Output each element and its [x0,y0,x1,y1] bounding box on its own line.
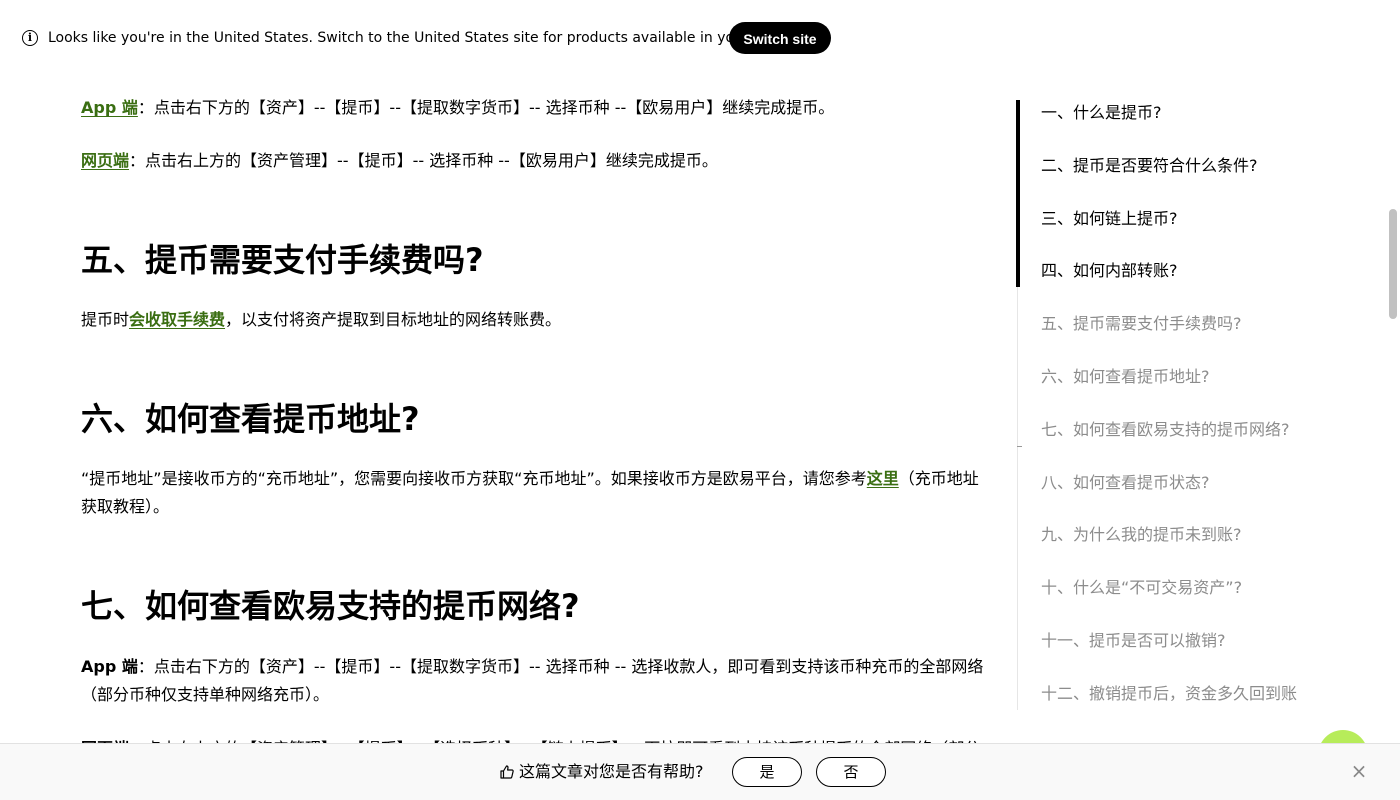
toc-item[interactable]: 十二、撤销提币后，资金多久回到账 [1041,682,1297,706]
toc-item[interactable]: 七、如何查看欧易支持的提币网络? [1041,418,1290,442]
address-link[interactable]: 这里 [867,469,899,488]
feedback-no-button[interactable]: 否 [816,757,886,787]
thumbs-up-icon [500,765,514,779]
fee-prefix: 提币时 [81,310,130,329]
toc-item[interactable]: 四、如何内部转账? [1041,259,1178,283]
toc-item[interactable]: 八、如何查看提币状态? [1041,471,1210,495]
app-link[interactable]: App 端 [81,98,138,117]
feedback-question: 这篇文章对您是否有帮助? [519,762,704,781]
web-link[interactable]: 网页端 [81,151,129,170]
toc-item[interactable]: 十、什么是“不可交易资产”? [1041,576,1242,600]
page-scrollbar[interactable] [1386,76,1400,743]
feedback-bar: 这篇文章对您是否有帮助? 是 否 × [0,743,1400,800]
network-app-paragraph: App 端：点击右下方的【资产】--【提币】--【提取数字货币】-- 选择币种 … [81,653,991,709]
toc-item[interactable]: 九、为什么我的提币未到账? [1041,523,1242,547]
heading-address: 六、如何查看提币地址? [81,400,420,438]
switch-site-button[interactable]: Switch site [729,22,831,54]
toc-divider [1017,446,1022,447]
region-banner: i Looks like you're in the United States… [0,0,1400,76]
network-app-label: App 端 [81,657,138,676]
address-prefix: “提币地址”是接收币方的“充币地址”，您需要向接收币方获取“充币地址”。如果接收… [81,469,867,488]
network-app-text: ：点击右下方的【资产】--【提币】--【提取数字货币】-- 选择币种 -- 选择… [81,657,984,704]
heading-fee: 五、提币需要支付手续费吗? [81,241,484,279]
toc-item[interactable]: 一、什么是提币? [1041,101,1162,125]
scrollbar-thumb[interactable] [1389,209,1397,319]
web-withdraw-text: ：点击右上方的【资产管理】--【提币】-- 选择币种 --【欧易用户】继续完成提… [129,151,718,170]
toc-progress-indicator [1016,100,1020,287]
app-withdraw-paragraph: App 端：点击右下方的【资产】--【提币】--【提取数字货币】-- 选择币种 … [81,94,991,122]
fee-link[interactable]: 会收取手续费 [129,310,225,329]
address-paragraph: “提币地址”是接收币方的“充币地址”，您需要向接收币方获取“充币地址”。如果接收… [81,465,991,521]
close-icon[interactable]: × [1350,761,1368,781]
toc-item[interactable]: 三、如何链上提币? [1041,207,1178,231]
feedback-yes-button[interactable]: 是 [732,757,802,787]
app-withdraw-text: ：点击右下方的【资产】--【提币】--【提取数字货币】-- 选择币种 --【欧易… [137,98,835,117]
info-icon: i [22,30,38,46]
toc-item[interactable]: 十一、提币是否可以撤销? [1041,629,1226,653]
toc-item[interactable]: 六、如何查看提币地址? [1041,365,1210,389]
region-banner-text: Looks like you're in the United States. … [48,30,802,46]
toc-item[interactable]: 五、提币需要支付手续费吗? [1041,312,1242,336]
heading-network: 七、如何查看欧易支持的提币网络? [81,587,580,625]
toc-item[interactable]: 二、提币是否要符合什么条件? [1041,154,1258,178]
web-withdraw-paragraph: 网页端：点击右上方的【资产管理】--【提币】-- 选择币种 --【欧易用户】继续… [81,147,991,175]
fee-suffix: ，以支付将资产提取到目标地址的网络转账费。 [225,310,562,329]
fee-paragraph: 提币时会收取手续费，以支付将资产提取到目标地址的网络转账费。 [81,306,991,334]
